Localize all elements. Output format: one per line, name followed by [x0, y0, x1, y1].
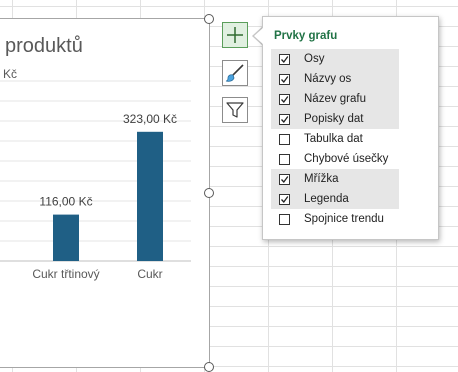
checked-checkbox-icon[interactable] [279, 113, 290, 125]
resize-handle-bottom-right[interactable] [204, 362, 214, 372]
checked-checkbox-icon[interactable] [279, 193, 290, 205]
chart-styles-button[interactable] [222, 60, 248, 86]
chart-elements-list: Osy Názvy os Název grafu Popisky dat Tabulka… [271, 49, 399, 229]
chart-element-label: Názvy os [304, 73, 352, 85]
chart-element-option[interactable]: Tabulka dat [271, 129, 399, 149]
chart-element-label: Osy [304, 53, 325, 65]
chart-element-label: Tabulka dat [304, 133, 363, 145]
plus-icon [227, 27, 243, 43]
chart-element-option[interactable]: Spojnice trendu [271, 209, 399, 229]
chart-element-option[interactable]: Názvy os [271, 69, 399, 89]
data-label[interactable]: 116,00 Kč [39, 195, 92, 209]
chart-element-label: Spojnice trendu [304, 213, 384, 225]
category-tick-label: Cukr třtinový [32, 267, 99, 281]
checked-checkbox-icon[interactable] [279, 53, 290, 65]
category-tick-label: Cukr [137, 267, 162, 281]
chart-elements-button[interactable] [222, 22, 248, 48]
resize-handle-right[interactable] [204, 188, 214, 198]
chart-element-option[interactable]: Popisky dat [271, 109, 399, 129]
chart-element-label: Popisky dat [304, 113, 364, 125]
chart-filters-button[interactable] [222, 97, 248, 123]
paintbrush-icon [225, 64, 244, 82]
unchecked-checkbox-icon[interactable] [279, 133, 290, 145]
chart-element-option[interactable]: Mřížka [271, 169, 399, 189]
bar[interactable] [53, 214, 79, 261]
unchecked-checkbox-icon[interactable] [279, 213, 290, 225]
funnel-icon [226, 102, 244, 118]
bar[interactable] [137, 131, 163, 261]
data-label[interactable]: 323,00 Kč [123, 112, 177, 126]
checked-checkbox-icon[interactable] [279, 93, 290, 105]
popup-pointer-fill [254, 27, 264, 45]
unchecked-checkbox-icon[interactable] [279, 153, 290, 165]
chart-elements-popup: Prvky grafu Osy Názvy os Název grafu Popisk… [262, 16, 439, 240]
chart-element-label: Chybové úsečky [304, 153, 389, 165]
chart-area[interactable]: produktů Kč 116,00 Kč Cukr třtinový 323,00… [0, 18, 210, 368]
checked-checkbox-icon[interactable] [279, 173, 290, 185]
chart-element-option[interactable]: Legenda [271, 189, 399, 209]
chart-element-option[interactable]: Osy [271, 49, 399, 69]
chart-element-label: Mřížka [304, 173, 339, 185]
chart-plot[interactable]: 116,00 Kč Cukr třtinový 323,00 Kč Cukr [0, 19, 209, 367]
checked-checkbox-icon[interactable] [279, 73, 290, 85]
chart-element-label: Název grafu [304, 93, 367, 105]
chart-element-label: Legenda [304, 193, 349, 205]
chart-element-option[interactable]: Název grafu [271, 89, 399, 109]
popup-title: Prvky grafu [274, 30, 338, 42]
chart-element-option[interactable]: Chybové úsečky [271, 149, 399, 169]
resize-handle-top-right[interactable] [204, 14, 214, 24]
